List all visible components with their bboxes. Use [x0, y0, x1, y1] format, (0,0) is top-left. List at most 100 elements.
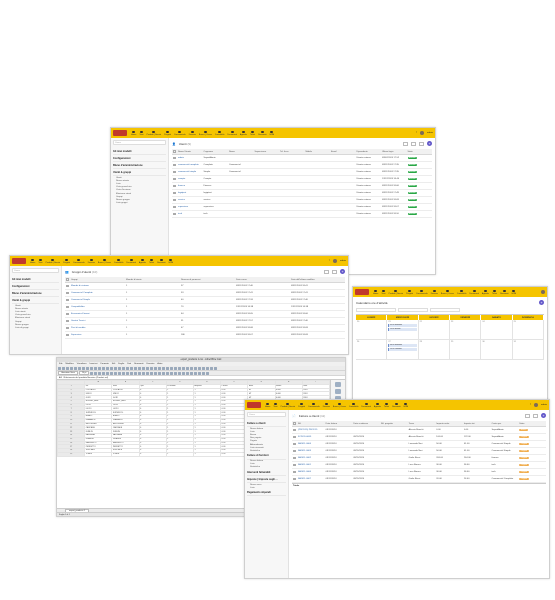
- row-checkbox[interactable]: [173, 156, 176, 160]
- toolbar-icon[interactable]: [198, 366, 201, 370]
- toolbar-icon[interactable]: [190, 366, 193, 370]
- sheet-cell[interactable]: 1: [192, 451, 222, 457]
- nav-item[interactable]: Prodotti | Servizi: [46, 258, 60, 264]
- table-row[interactable]: FA2411-0003 09/11/2024 09/11/2024 Leonardo …: [292, 447, 546, 456]
- table-cell[interactable]: Supervisor: [70, 331, 125, 340]
- nav-item[interactable]: Progetti: [164, 130, 171, 136]
- calendar-day[interactable]: 29: [450, 340, 482, 360]
- calendar-event[interactable]: 10:30 Contatto: [388, 347, 417, 351]
- table-cell[interactable]: finance: [177, 182, 203, 191]
- table-row[interactable]: Gestori Tecnici 1 51 09/11/2024 17:57 09/11/…: [65, 317, 345, 326]
- table-cell[interactable]: Membri di sistema: [70, 282, 125, 291]
- table-cell[interactable]: Gestori Tecnici: [70, 317, 125, 326]
- toolbar-icon[interactable]: [170, 366, 173, 370]
- calendar-day[interactable]: 30: [481, 340, 513, 360]
- search-input[interactable]: Cerca: [12, 268, 59, 273]
- calendar-day[interactable]: 22: [418, 320, 450, 340]
- toolbar-icon[interactable]: [170, 371, 174, 375]
- nav-item[interactable]: Contabilità: [457, 289, 466, 295]
- avatar[interactable]: [541, 290, 545, 294]
- nav-item[interactable]: Agenda: [482, 289, 489, 295]
- sidebar-section[interactable]: Imposte | Imposte sugli ...: [247, 476, 286, 484]
- toolbar-icon[interactable]: [106, 371, 110, 375]
- toolbar-icon[interactable]: [130, 371, 134, 375]
- nav-item[interactable]: Commerciale: [308, 402, 320, 408]
- user-name[interactable]: admin: [427, 132, 433, 134]
- row-checkbox[interactable]: [66, 326, 69, 330]
- help-icon[interactable]: ?: [329, 260, 330, 262]
- nav-item[interactable]: Strumenti: [500, 289, 509, 295]
- row-checkbox[interactable]: [66, 298, 69, 302]
- nav-item[interactable]: Commerciale: [174, 130, 186, 136]
- table-cell[interactable]: FA2411-0007: [297, 475, 325, 484]
- toolbar-icon[interactable]: [142, 366, 145, 370]
- nav-item[interactable]: Terzi: [273, 402, 278, 408]
- toolbar-icon[interactable]: [202, 371, 206, 375]
- table-cell[interactable]: supervisor: [177, 203, 203, 212]
- nav-item[interactable]: Documenti: [469, 289, 479, 295]
- toolbar-icon[interactable]: [114, 371, 118, 375]
- row-checkbox[interactable]: [173, 198, 176, 202]
- sidebar-section[interactable]: Gli miei modelli: [113, 148, 166, 155]
- toolbar-icon[interactable]: [126, 366, 129, 370]
- row-checkbox[interactable]: [173, 170, 176, 174]
- table-cell[interactable]: (PROV15) PROV15: [297, 426, 325, 435]
- calendar-event[interactable]: 09:30 Riunione: [388, 323, 417, 327]
- nav-item[interactable]: Strumenti: [392, 402, 401, 408]
- table-row[interactable]: compta Compta Utente esterno 13/12/2024 16:…: [172, 175, 432, 184]
- row-checkbox[interactable]: [293, 477, 296, 481]
- nav-item[interactable]: Finanza: [189, 130, 196, 136]
- sheet-cell[interactable]: VITALE: [84, 451, 113, 457]
- nav-item[interactable]: Home: [265, 402, 270, 408]
- search-input[interactable]: Cerca: [113, 140, 166, 145]
- toolbar-icon[interactable]: [158, 366, 161, 370]
- sidebar-section[interactable]: Gli miei modelli: [12, 276, 59, 283]
- grid-view-icon[interactable]: [332, 269, 337, 274]
- toolbar-icon[interactable]: [214, 366, 217, 370]
- table-cell[interactable]: FA2411-0004: [297, 440, 325, 449]
- toolbar-icon[interactable]: [98, 371, 102, 375]
- row-checkbox[interactable]: [66, 319, 69, 323]
- list-view-icon[interactable]: [324, 269, 329, 274]
- nav-item[interactable]: Progetti: [406, 289, 413, 295]
- nav-item[interactable]: Finanza: [431, 289, 438, 295]
- table-row[interactable]: FA2411-0001 09/11/2024 09/11/2024 Luca Bian…: [292, 461, 546, 470]
- row-checkbox[interactable]: [293, 463, 296, 467]
- filter-type[interactable]: [398, 308, 428, 312]
- font-size-box[interactable]: 10 pt: [78, 371, 90, 375]
- row-checkbox[interactable]: [66, 305, 69, 309]
- toolbar-icon[interactable]: [174, 366, 177, 370]
- table-cell[interactable]: FC2411-0005: [297, 433, 325, 442]
- row-checkbox[interactable]: [173, 191, 176, 195]
- table-cell[interactable]: commercial.complete: [177, 161, 203, 170]
- toolbar-icon[interactable]: [118, 366, 121, 370]
- calendar-day[interactable]: 23: [450, 320, 482, 340]
- toolbar-icon[interactable]: [134, 371, 138, 375]
- toolbar-icon[interactable]: [166, 371, 170, 375]
- nav-item[interactable]: Home: [30, 258, 35, 264]
- toolbar-icon[interactable]: [158, 371, 162, 375]
- toolbar-icon[interactable]: [66, 366, 69, 370]
- calendar-day[interactable]: 27 08:30 Riunione 10:30 Contatto: [387, 340, 419, 360]
- nav-item[interactable]: HRM: [169, 258, 173, 264]
- toolbar-icon[interactable]: [70, 366, 73, 370]
- toolbar-icon[interactable]: [150, 371, 154, 375]
- table-cell[interactable]: FA2411-0001: [297, 461, 325, 470]
- row-checkbox[interactable]: [66, 333, 69, 337]
- row-checkbox[interactable]: [293, 442, 296, 446]
- sidebar-section[interactable]: Utenti & gruppi: [12, 297, 59, 304]
- nav-item[interactable]: Prodotti | Servizi: [281, 402, 295, 408]
- sidebar-section[interactable]: Configurazioni: [113, 155, 166, 162]
- table-row[interactable]: FC2411-0005 09/11/2024 09/11/2024 Alessia B…: [292, 433, 546, 442]
- help-icon[interactable]: ?: [530, 404, 531, 406]
- sheet-cell[interactable]: 1: [165, 451, 194, 457]
- table-row[interactable]: Commercial Complete 1 53 09/11/2024 17:41 09…: [65, 289, 345, 298]
- avatar[interactable]: [420, 131, 425, 135]
- nav-item[interactable]: Home: [131, 130, 136, 136]
- table-row[interactable]: commercial.complete Complete Commercial Ute…: [172, 161, 432, 170]
- nav-item[interactable]: Documenti: [126, 258, 136, 264]
- table-row[interactable]: admin SuperAdmin Utente esterno 09/02/2024 …: [172, 154, 432, 163]
- toolbar-icon[interactable]: [94, 366, 97, 370]
- table-row[interactable]: Post di vendita 1 47 09/11/2024 18:08 09/11/…: [65, 324, 345, 333]
- table-cell[interactable]: tech: [177, 210, 203, 219]
